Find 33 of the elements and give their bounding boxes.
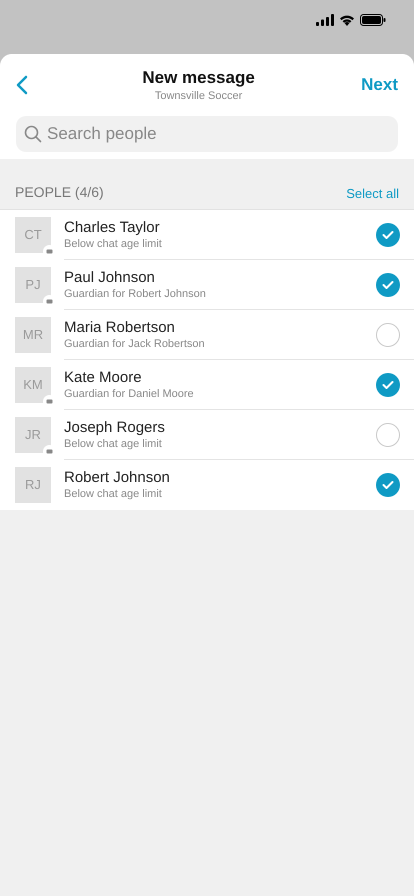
back-chevron-icon (16, 75, 28, 95)
person-detail: Below chat age limit (64, 236, 163, 252)
person-row[interactable]: CT Charles Taylor Below chat age limit (0, 210, 414, 260)
person-name: Charles Taylor (64, 218, 161, 236)
person-detail: Guardian for Robert Johnson (64, 286, 207, 302)
person-name: Kate Moore (64, 368, 143, 386)
person-row[interactable]: MR Maria Robertson Guardian for Jack Robertson (0, 310, 414, 360)
person-detail: Guardian for Daniel Moore (64, 386, 195, 402)
search-icon (24, 125, 42, 143)
avatar-initials: JR (25, 426, 41, 444)
section-title: PEOPLE (4/6) (15, 183, 104, 202)
window-subtitle: Townsville Soccer (154, 89, 242, 103)
avatar-initials: RJ (25, 476, 41, 494)
person-row[interactable]: JR Joseph Rogers Below chat age limit (0, 410, 414, 460)
search-field[interactable]: Search people (16, 116, 398, 152)
person-name: Robert Johnson (64, 468, 171, 487)
window-title: New message (142, 67, 255, 89)
signal-icon (316, 14, 334, 26)
person-name: Joseph Rogers (64, 418, 166, 436)
avatar-initials: KM (23, 376, 43, 394)
person-name: Paul Johnson (64, 268, 156, 286)
avatar-initials: MR (22, 326, 44, 344)
avatar-initials: CT (24, 226, 42, 244)
person-name: Maria Robertson (64, 318, 176, 336)
person-row[interactable]: PJ Paul Johnson Guardian for Robert Johnson (0, 260, 414, 310)
avatar-initials: PJ (25, 276, 41, 294)
person-row[interactable]: RJ Robert Johnson Below chat age limit (0, 460, 414, 510)
battery-icon (360, 14, 386, 26)
person-row[interactable]: KM Kate Moore Guardian for Daniel Moore (0, 360, 414, 410)
wifi-icon (339, 14, 355, 26)
person-detail: Guardian for Jack Robertson (64, 336, 206, 352)
person-detail: Below chat age limit (64, 487, 163, 502)
person-detail: Below chat age limit (64, 436, 163, 452)
